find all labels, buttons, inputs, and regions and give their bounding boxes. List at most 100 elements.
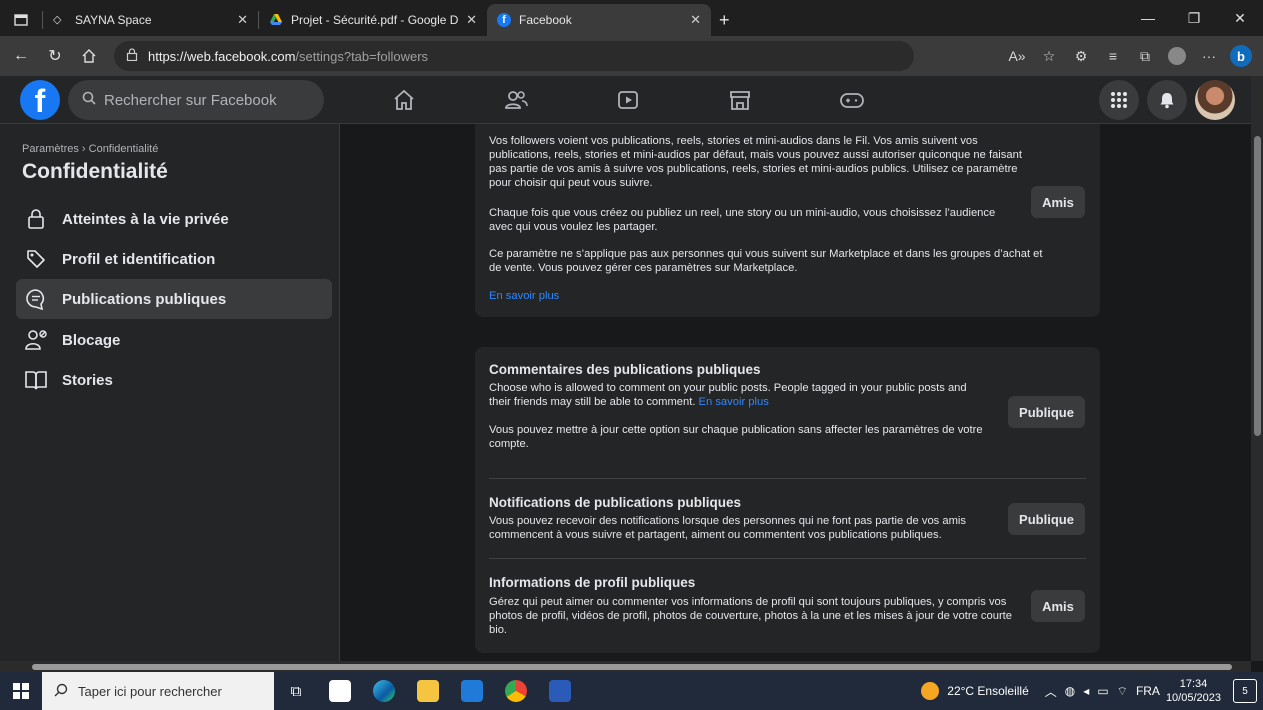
task-view-icon[interactable]: ⧉ xyxy=(274,672,318,710)
tag-icon xyxy=(22,245,50,273)
browser-tab-bar: ◇ SAYNA Space ✕ Projet - Sécurité.pdf - … xyxy=(0,0,1263,36)
sidebar-item-label: Atteintes à la vie privée xyxy=(62,210,229,228)
facebook-search-input[interactable]: Rechercher sur Facebook xyxy=(68,80,324,120)
network-icon[interactable]: ◍ xyxy=(1065,684,1075,698)
followers-audience-note: Chaque fois que vous créez ou publiez un… xyxy=(489,207,996,233)
windows-logo-icon xyxy=(13,683,29,699)
followers-card: Vos followers voient vos publications, r… xyxy=(475,124,1100,317)
close-tab-icon[interactable]: ✕ xyxy=(466,12,477,28)
minimize-icon[interactable]: — xyxy=(1125,0,1171,36)
menu-button[interactable] xyxy=(1099,80,1139,120)
facebook-favicon-icon: f xyxy=(497,13,511,27)
collections-icon[interactable]: ⧉ xyxy=(1129,41,1161,71)
sidebar-item-label: Stories xyxy=(62,371,113,389)
taskbar-search-placeholder: Taper ici pour rechercher xyxy=(78,683,222,699)
weather-sun-icon xyxy=(921,682,940,700)
followers-description: Vos followers voient vos publications, r… xyxy=(489,135,1022,189)
block-user-icon xyxy=(22,326,50,354)
close-tab-icon[interactable]: ✕ xyxy=(690,12,701,28)
public-posts-card: Commentaires des publications publiques … xyxy=(475,347,1100,653)
friends-icon xyxy=(505,91,528,109)
scroll-thumb[interactable] xyxy=(1254,136,1261,436)
google-drive-icon xyxy=(270,14,282,25)
tab-actions-button[interactable] xyxy=(0,4,42,36)
store-app-icon[interactable] xyxy=(318,672,362,710)
sidebar-item-label: Publications publiques xyxy=(62,290,227,308)
grid-menu-icon xyxy=(1111,92,1127,108)
nav-friends[interactable] xyxy=(460,76,572,124)
marketplace-icon xyxy=(730,91,750,110)
back-icon[interactable]: ← xyxy=(4,41,38,71)
taskbar-search-input[interactable]: Taper ici pour rechercher xyxy=(42,672,274,710)
profile-info-title: Informations de profil publiques xyxy=(489,575,696,590)
notification-count: 5 xyxy=(1242,685,1248,697)
clock[interactable]: 17:34 10/05/2023 xyxy=(1166,677,1221,705)
comments-note: Vous pouvez mettre à jour cette option s… xyxy=(489,424,983,450)
windows-taskbar: Taper ici pour rechercher ⧉ 22°C Ensolei… xyxy=(0,672,1263,710)
battery-icon[interactable]: ▭ xyxy=(1097,684,1108,698)
nav-marketplace[interactable] xyxy=(684,76,796,124)
nav-gaming[interactable] xyxy=(796,76,908,124)
edge-app-icon[interactable] xyxy=(362,672,406,710)
page-title: Confidentialité xyxy=(22,160,168,183)
sidebar-item-privacy-violations[interactable]: Atteintes à la vie privée xyxy=(16,199,332,239)
tab-sayna[interactable]: ◇ SAYNA Space ✕ xyxy=(43,4,258,36)
close-tab-icon[interactable]: ✕ xyxy=(237,12,248,28)
sidebar-item-profile-tagging[interactable]: Profil et identification xyxy=(16,239,332,279)
sidebar-item-stories[interactable]: Stories xyxy=(16,360,332,400)
window-controls: — ❐ ✕ xyxy=(1125,0,1263,36)
read-aloud-icon[interactable]: A» xyxy=(1001,41,1033,71)
extensions-icon[interactable]: ⚙ xyxy=(1065,41,1097,71)
notification-center-icon[interactable]: 5 xyxy=(1233,679,1257,703)
settings-main: Vos followers voient vos publications, r… xyxy=(340,124,1251,661)
clock-time: 17:34 xyxy=(1179,678,1208,690)
learn-more-link[interactable]: En savoir plus xyxy=(489,289,559,303)
start-button[interactable] xyxy=(0,672,42,710)
restore-icon[interactable]: ❐ xyxy=(1171,0,1217,36)
word-app-icon[interactable] xyxy=(538,672,582,710)
account-avatar[interactable] xyxy=(1195,80,1235,120)
url-path: /settings?tab=followers xyxy=(295,48,429,64)
favorite-add-icon[interactable]: ☆ xyxy=(1033,41,1065,71)
nav-watch[interactable] xyxy=(572,76,684,124)
scroll-thumb[interactable] xyxy=(32,664,1232,670)
more-icon[interactable]: ··· xyxy=(1193,41,1225,71)
favorites-icon[interactable]: ≡ xyxy=(1097,41,1129,71)
bing-icon[interactable]: b xyxy=(1225,41,1257,71)
chrome-app-icon[interactable] xyxy=(494,672,538,710)
weather-text[interactable]: 22°C Ensoleillé xyxy=(947,684,1029,698)
home-browser-icon[interactable] xyxy=(72,41,106,71)
profile-info-audience-button[interactable]: Amis xyxy=(1031,590,1085,622)
sidebar-item-public-posts[interactable]: Publications publiques xyxy=(16,279,332,319)
tab-facebook[interactable]: f Facebook ✕ xyxy=(487,4,711,36)
notifications-audience-button[interactable]: Publique xyxy=(1008,503,1085,535)
url-field[interactable]: https://web.facebook.com/settings?tab=fo… xyxy=(114,41,914,71)
tab-title: SAYNA Space xyxy=(75,13,152,27)
clock-date: 10/05/2023 xyxy=(1165,692,1221,704)
language-indicator[interactable]: FRA xyxy=(1136,684,1160,698)
tray-chevron-icon[interactable]: ︿ xyxy=(1045,683,1057,700)
horizontal-scrollbar[interactable] xyxy=(0,661,1251,672)
nav-home[interactable] xyxy=(348,76,460,124)
bell-icon xyxy=(1160,93,1174,109)
notifications-button[interactable] xyxy=(1147,80,1187,120)
file-explorer-icon[interactable] xyxy=(406,672,450,710)
wifi-icon[interactable]: ⌔ xyxy=(1117,684,1128,699)
profile-icon[interactable] xyxy=(1161,41,1193,71)
comments-audience-button[interactable]: Publique xyxy=(1008,396,1085,428)
mail-app-icon[interactable] xyxy=(450,672,494,710)
sidebar-item-label: Blocage xyxy=(62,331,121,349)
new-tab-button[interactable]: + xyxy=(711,4,741,36)
close-window-icon[interactable]: ✕ xyxy=(1217,0,1263,36)
tab-google-drive[interactable]: Projet - Sécurité.pdf - Google Dri ✕ xyxy=(259,4,487,36)
volume-icon[interactable]: ◂ xyxy=(1083,684,1089,698)
search-icon xyxy=(82,91,96,109)
refresh-icon[interactable]: ↻ xyxy=(38,41,72,71)
breadcrumb[interactable]: Paramètres › Confidentialité xyxy=(22,143,158,155)
vertical-scrollbar[interactable] xyxy=(1251,76,1263,661)
sidebar-item-blocking[interactable]: Blocage xyxy=(16,320,332,360)
comments-learn-more-link[interactable]: En savoir plus xyxy=(699,396,769,408)
lock-icon xyxy=(22,205,50,233)
followers-audience-button[interactable]: Amis xyxy=(1031,186,1085,218)
facebook-logo-icon[interactable]: f xyxy=(20,80,60,120)
